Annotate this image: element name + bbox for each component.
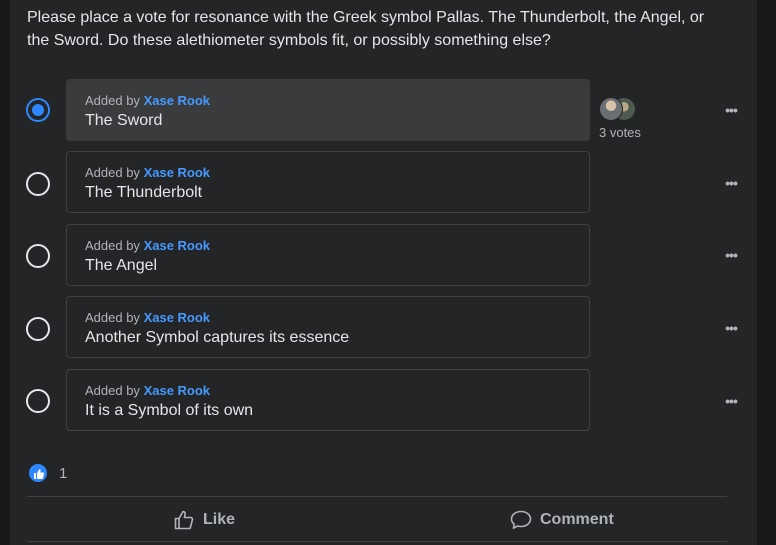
added-by-prefix: Added by [85,383,140,398]
poll-option-row: Added by Xase Rook The Angel ••• [0,224,776,288]
reaction-count: 1 [59,465,68,482]
more-options-icon[interactable]: ••• [718,320,744,336]
author-link[interactable]: Xase Rook [144,165,210,180]
poll-option[interactable]: Added by Xase Rook The Angel [66,224,590,286]
comment-button[interactable]: Comment [510,506,614,534]
poll-option-row: Added by Xase Rook It is a Symbol of its… [0,369,776,433]
more-options-icon[interactable]: ••• [718,175,744,191]
comment-icon [510,510,532,529]
poll-option-row: Added by Xase Rook Another Symbol captur… [0,296,776,360]
radio-button[interactable] [26,172,50,196]
radio-button[interactable] [26,244,50,268]
option-label: The Thunderbolt [85,184,203,201]
added-by-prefix: Added by [85,238,140,253]
added-by-prefix: Added by [85,310,140,325]
added-by-text: Added by Xase Rook [85,93,210,108]
more-options-icon[interactable]: ••• [718,247,744,263]
vote-count[interactable]: 3 votes [599,125,641,140]
like-reaction-icon [28,463,48,483]
voters[interactable]: 3 votes [599,97,659,140]
poll-option[interactable]: Added by Xase Rook It is a Symbol of its… [66,369,590,431]
added-by-text: Added by Xase Rook [85,383,210,398]
poll-option[interactable]: Added by Xase Rook The Sword [66,79,590,141]
voter-avatar[interactable] [599,97,623,121]
poll-option-row: Added by Xase Rook The Thunderbolt ••• [0,151,776,215]
radio-button[interactable] [26,389,50,413]
added-by-text: Added by Xase Rook [85,238,210,253]
like-button[interactable]: Like [174,506,235,534]
option-label: The Sword [85,112,163,129]
more-options-icon[interactable]: ••• [718,102,744,118]
comment-label: Comment [540,511,614,528]
option-label: It is a Symbol of its own [85,402,254,419]
option-label: Another Symbol captures its essence [85,329,350,346]
poll-option[interactable]: Added by Xase Rook Another Symbol captur… [66,296,590,358]
added-by-prefix: Added by [85,93,140,108]
author-link[interactable]: Xase Rook [144,310,210,325]
poll-option[interactable]: Added by Xase Rook The Thunderbolt [66,151,590,213]
added-by-text: Added by Xase Rook [85,310,210,325]
poll-option-row: Added by Xase Rook The Sword ••• [0,78,776,142]
author-link[interactable]: Xase Rook [144,93,210,108]
like-label: Like [203,511,236,528]
option-label: The Angel [85,257,158,274]
author-link[interactable]: Xase Rook [144,383,210,398]
poll-question: Please place a vote for resonance with t… [27,9,705,49]
author-link[interactable]: Xase Rook [144,238,210,253]
added-by-prefix: Added by [85,165,140,180]
radio-button[interactable] [26,317,50,341]
thumbs-up-icon [174,510,194,530]
more-options-icon[interactable]: ••• [718,393,744,409]
divider [27,541,727,542]
added-by-text: Added by Xase Rook [85,165,210,180]
radio-button-selected[interactable] [26,98,50,122]
divider [27,496,727,497]
